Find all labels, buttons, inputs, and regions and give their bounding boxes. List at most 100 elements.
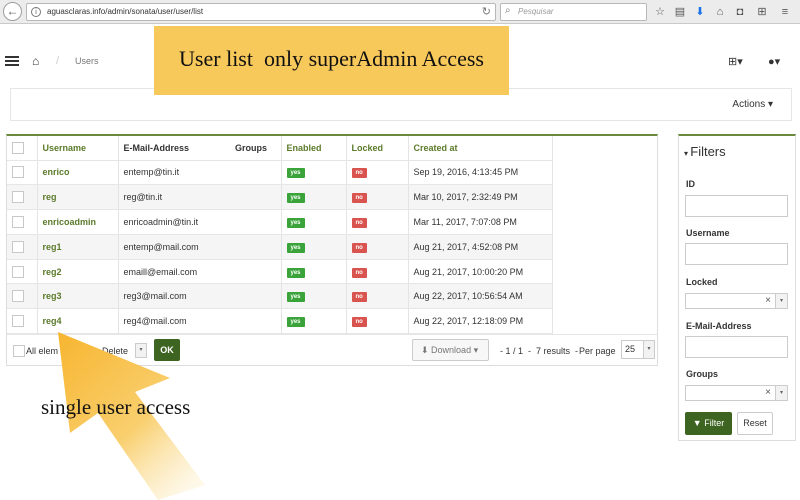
row-select-cell[interactable]: [7, 283, 38, 310]
enabled-badge[interactable]: yes: [286, 193, 305, 204]
created-at-cell: Mar 11, 2017, 7:07:08 PM: [408, 209, 553, 235]
search-placeholder: Pesquisar: [518, 7, 554, 16]
filter-button[interactable]: ▼ Filter: [685, 412, 732, 435]
row-select-cell[interactable]: [7, 259, 38, 285]
reset-button[interactable]: Reset: [737, 412, 773, 435]
username-link[interactable]: reg3: [43, 291, 62, 301]
ok-button[interactable]: OK: [154, 339, 180, 361]
enabled-badge[interactable]: yes: [286, 168, 305, 179]
username-link[interactable]: reg2: [43, 267, 62, 277]
info-icon[interactable]: i: [31, 7, 41, 17]
enabled-badge[interactable]: yes: [286, 267, 305, 278]
username-cell[interactable]: enricoadmin: [37, 209, 119, 235]
download-button[interactable]: ⬇ Download ▾: [412, 339, 489, 361]
filters-title[interactable]: ▾ Filters: [684, 144, 726, 159]
filter-locked-select[interactable]: × ▾: [685, 293, 788, 309]
username-cell[interactable]: reg3: [37, 283, 119, 310]
row-checkbox[interactable]: [12, 315, 24, 328]
row-checkbox[interactable]: [12, 265, 24, 278]
row-select-cell[interactable]: [7, 160, 38, 186]
created-at-cell: Aug 21, 2017, 10:00:20 PM: [408, 259, 553, 285]
created-at-cell: Aug 22, 2017, 10:56:54 AM: [408, 283, 553, 310]
enabled-badge[interactable]: yes: [286, 242, 305, 253]
created-at-cell: Sep 19, 2016, 4:13:45 PM: [408, 160, 553, 186]
row-checkbox[interactable]: [12, 166, 24, 179]
user-menu-icon[interactable]: ●▾: [768, 55, 788, 68]
per-page-select[interactable]: 25 ▾: [621, 340, 655, 359]
row-checkbox[interactable]: [12, 215, 24, 228]
locked-badge[interactable]: no: [351, 317, 367, 328]
select-arrow-icon[interactable]: ▾: [775, 294, 787, 308]
enabled-cell: yes: [281, 308, 347, 335]
locked-badge[interactable]: no: [351, 292, 367, 303]
table-row: reg reg@tin.it yes no Mar 10, 2017, 2:32:49 …: [7, 184, 553, 211]
home-browser-icon[interactable]: ⌂: [713, 5, 727, 19]
back-arrow-icon[interactable]: ←: [3, 2, 22, 21]
locked-badge[interactable]: no: [351, 168, 367, 179]
home-icon[interactable]: ⌂: [32, 54, 39, 68]
url-bar[interactable]: i aguasclaras.info/admin/sonata/user/use…: [26, 3, 496, 21]
clipboard-icon[interactable]: ▤: [673, 5, 687, 19]
table-row: reg4 reg4@mail.com yes no Aug 22, 2017, 12:1…: [7, 308, 553, 335]
username-cell[interactable]: reg: [37, 184, 119, 211]
table-row: enricoadmin enricoadmin@tin.it yes no Mar 11…: [7, 209, 553, 235]
select-all-header[interactable]: [7, 136, 38, 161]
download-icon[interactable]: ⬇: [693, 5, 707, 19]
username-cell[interactable]: reg4: [37, 308, 119, 335]
username-link[interactable]: reg4: [43, 316, 62, 326]
actions-dropdown[interactable]: Actions ▾: [732, 99, 773, 110]
filter-groups-select[interactable]: × ▾: [685, 385, 788, 401]
row-select-cell[interactable]: [7, 234, 38, 260]
username-link[interactable]: reg1: [43, 242, 62, 252]
row-checkbox[interactable]: [12, 240, 24, 253]
extension-icon[interactable]: ⊞: [755, 5, 769, 19]
row-checkbox[interactable]: [12, 290, 24, 303]
col-username[interactable]: Username: [37, 136, 119, 161]
row-checkbox[interactable]: [12, 191, 24, 204]
row-select-cell[interactable]: [7, 184, 38, 211]
locked-cell: no: [346, 308, 409, 335]
add-new-dropdown-icon[interactable]: ⊞▾: [728, 55, 748, 68]
row-select-cell[interactable]: [7, 209, 38, 235]
enabled-badge[interactable]: yes: [286, 292, 305, 303]
username-link[interactable]: enricoadmin: [43, 217, 97, 227]
col-created-at[interactable]: Created at: [408, 136, 553, 161]
batch-select-arrow-icon[interactable]: ▾: [135, 343, 147, 358]
select-all-checkbox[interactable]: [12, 141, 24, 154]
users-table: Username E-Mail-Address Groups Enabled L…: [7, 136, 553, 335]
username-link[interactable]: enrico: [43, 167, 70, 177]
username-link[interactable]: reg: [43, 192, 57, 202]
filter-username-input[interactable]: [685, 243, 788, 265]
row-select-cell[interactable]: [7, 308, 38, 335]
clear-icon[interactable]: ×: [765, 387, 771, 399]
filter-id-input[interactable]: [685, 195, 788, 217]
bookmark-star-icon[interactable]: ☆: [653, 5, 667, 19]
per-page-arrow-icon[interactable]: ▾: [643, 341, 654, 358]
table-row: reg3 reg3@mail.com yes no Aug 22, 2017, 10:5…: [7, 283, 553, 310]
username-cell[interactable]: reg1: [37, 234, 119, 260]
username-cell[interactable]: reg2: [37, 259, 119, 285]
username-cell[interactable]: enrico: [37, 160, 119, 186]
pocket-icon[interactable]: ◘: [733, 5, 747, 19]
select-arrow-icon[interactable]: ▾: [775, 386, 787, 400]
all-elements-checkbox[interactable]: [13, 345, 25, 357]
enabled-cell: yes: [281, 160, 347, 186]
download-file-icon: ⬇: [421, 345, 432, 355]
hamburger-menu-icon[interactable]: [5, 56, 19, 66]
locked-badge[interactable]: no: [351, 267, 367, 278]
menu-icon[interactable]: ≡: [778, 5, 792, 19]
col-enabled[interactable]: Enabled: [281, 136, 347, 161]
filter-email-input[interactable]: [685, 336, 788, 358]
enabled-badge[interactable]: yes: [286, 317, 305, 328]
locked-badge[interactable]: no: [351, 193, 367, 204]
clear-icon[interactable]: ×: [765, 295, 771, 307]
locked-badge[interactable]: no: [351, 217, 367, 228]
table-header-row: Username E-Mail-Address Groups Enabled L…: [7, 136, 553, 161]
reload-icon[interactable]: ↻: [482, 5, 491, 18]
browser-search-input[interactable]: ⌕ Pesquisar: [500, 3, 647, 21]
batch-action-select[interactable]: Delete: [102, 346, 128, 356]
enabled-badge[interactable]: yes: [286, 217, 305, 228]
breadcrumb-current[interactable]: Users: [75, 56, 99, 66]
col-locked[interactable]: Locked: [346, 136, 409, 161]
locked-badge[interactable]: no: [351, 242, 367, 253]
